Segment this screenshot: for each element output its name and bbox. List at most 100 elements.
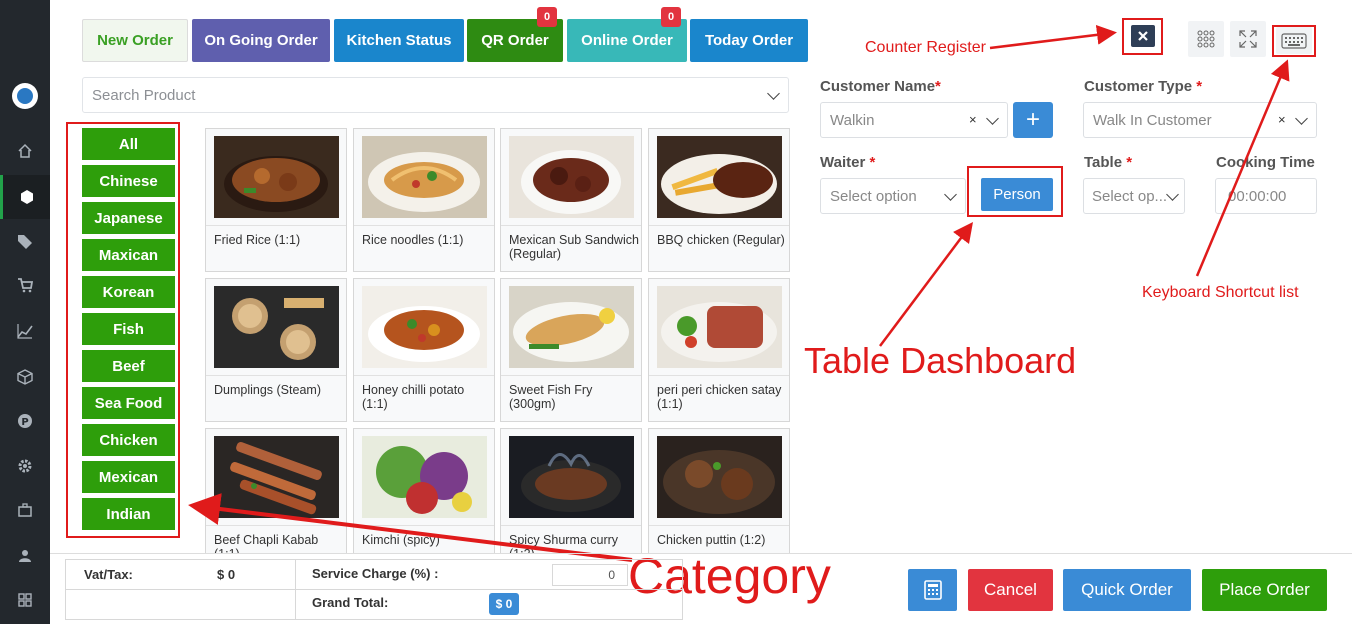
category-chinese[interactable]: Chinese: [82, 165, 175, 197]
product-card[interactable]: Kimchi (spicy): [353, 428, 495, 553]
product-name: Sweet Fish Fry (300gm): [509, 383, 593, 411]
parking-icon[interactable]: P: [0, 399, 50, 443]
box-icon[interactable]: [0, 355, 50, 399]
grid-icon[interactable]: [0, 578, 50, 622]
tab-new-order[interactable]: New Order: [82, 19, 188, 62]
tab-kitchen-status[interactable]: Kitchen Status: [334, 19, 464, 62]
calculator-icon: [923, 580, 942, 600]
clear-icon[interactable]: ×: [1278, 112, 1286, 127]
category-label: Beef: [112, 357, 145, 375]
product-card[interactable]: Honey chilli potato (1:1): [353, 278, 495, 422]
customer-name-value: Walkin: [830, 111, 875, 129]
product-name: Kimchi (spicy): [362, 533, 440, 547]
waiter-label: Waiter *: [820, 154, 876, 171]
chart-icon[interactable]: [0, 309, 50, 353]
table-dashboard-annotation: Table Dashboard: [804, 340, 1077, 381]
category-label: Chicken: [99, 431, 158, 449]
chevron-down-icon: [767, 87, 780, 100]
table-select[interactable]: Select op...: [1083, 178, 1185, 214]
product-image: [214, 436, 339, 518]
product-name: Mexican Sub Sandwich (Regular): [509, 233, 639, 261]
category-all[interactable]: All: [82, 128, 175, 160]
cooking-time-input[interactable]: 00:00:00: [1215, 178, 1317, 214]
category-chicken[interactable]: Chicken: [82, 424, 175, 456]
product-image: [657, 136, 782, 218]
logo[interactable]: [12, 83, 38, 109]
counter-register-annotation: Counter Register: [865, 39, 986, 56]
customer-type-value: Walk In Customer: [1093, 111, 1212, 129]
product-card[interactable]: BBQ chicken (Regular): [648, 128, 790, 272]
category-maxican[interactable]: Maxican: [82, 239, 175, 271]
cooking-time-value: 00:00:00: [1228, 187, 1287, 205]
tab-label: Today Order: [704, 32, 794, 49]
add-customer-button[interactable]: +: [1013, 102, 1053, 138]
tab-ongoing-order[interactable]: On Going Order: [192, 19, 330, 62]
product-card[interactable]: Chicken puttin (1:2): [648, 428, 790, 553]
search-product-input[interactable]: Search Product: [82, 77, 789, 113]
calculator-button[interactable]: [908, 569, 957, 611]
category-sea-food[interactable]: Sea Food: [82, 387, 175, 419]
tab-label: New Order: [97, 32, 173, 49]
product-image: [362, 286, 487, 368]
service-charge-label: Service Charge (%) :: [312, 566, 439, 581]
service-charge-input[interactable]: 0: [552, 564, 628, 586]
product-card[interactable]: Beef Chapli Kabab (1:1): [205, 428, 347, 553]
grand-total-value: $ 0: [489, 593, 519, 615]
product-image: [657, 436, 782, 518]
place-order-button[interactable]: Place Order: [1202, 569, 1327, 611]
category-label: Maxican: [98, 246, 159, 264]
waiter-placeholder: Select option: [830, 187, 917, 205]
product-image: [657, 286, 782, 368]
customer-type-label: Customer Type *: [1084, 78, 1203, 95]
tab-online-order[interactable]: Online Order 0: [567, 7, 687, 62]
fullscreen-icon[interactable]: [1230, 21, 1266, 57]
cancel-button[interactable]: Cancel: [968, 569, 1053, 611]
pos-cube-icon[interactable]: [0, 175, 50, 219]
users-icon[interactable]: [0, 533, 50, 577]
category-japanese[interactable]: Japanese: [82, 202, 175, 234]
product-card[interactable]: Sweet Fish Fry (300gm): [500, 278, 642, 422]
product-image: [214, 136, 339, 218]
tags-icon[interactable]: [0, 219, 50, 263]
gear-icon[interactable]: [0, 444, 50, 488]
category-korean[interactable]: Korean: [82, 276, 175, 308]
category-label: Chinese: [99, 172, 158, 190]
product-name: Honey chilli potato (1:1): [362, 383, 465, 411]
product-card[interactable]: Dumplings (Steam): [205, 278, 347, 422]
product-name: Spicy Shurma curry (1:2): [509, 533, 619, 553]
tab-label: Online Order: [581, 32, 673, 49]
product-name: Chicken puttin (1:2): [657, 533, 766, 547]
category-beef[interactable]: Beef: [82, 350, 175, 382]
category-indian[interactable]: Indian: [82, 498, 175, 530]
tab-today-order[interactable]: Today Order: [690, 19, 808, 62]
home-icon[interactable]: [0, 129, 50, 173]
customer-name-label: Customer Name*: [820, 78, 941, 95]
briefcase-icon[interactable]: [0, 488, 50, 532]
search-placeholder: Search Product: [92, 86, 196, 104]
quick-order-button[interactable]: Quick Order: [1063, 569, 1191, 611]
category-mexican[interactable]: Mexican: [82, 461, 175, 493]
person-button[interactable]: Person: [981, 178, 1053, 211]
customer-name-select[interactable]: Walkin ×: [820, 102, 1008, 138]
table-label: Table *: [1084, 154, 1133, 171]
tab-qr-order[interactable]: QR Order 0: [467, 7, 563, 62]
product-card[interactable]: Fried Rice (1:1): [205, 128, 347, 272]
clear-icon[interactable]: ×: [969, 112, 977, 127]
product-card[interactable]: Rice noodles (1:1): [353, 128, 495, 272]
category-label: Japanese: [94, 209, 163, 227]
keyboard-icon[interactable]: [1276, 27, 1312, 54]
category-fish[interactable]: Fish: [82, 313, 175, 345]
product-name: Fried Rice (1:1): [214, 233, 301, 247]
product-card[interactable]: peri peri chicken satay (1:1): [648, 278, 790, 422]
product-card[interactable]: Mexican Sub Sandwich (Regular): [500, 128, 642, 272]
tab-label: Kitchen Status: [346, 32, 452, 49]
arrow-table-dashboard: [879, 222, 973, 347]
sidebar: P: [0, 0, 50, 624]
cooking-time-label: Cooking Time: [1216, 154, 1315, 171]
counter-register-close-icon[interactable]: [1131, 25, 1155, 47]
product-card[interactable]: Spicy Shurma curry (1:2): [500, 428, 642, 553]
customer-type-select[interactable]: Walk In Customer ×: [1083, 102, 1317, 138]
waiter-select[interactable]: Select option: [820, 178, 966, 214]
cart-icon[interactable]: [0, 263, 50, 307]
table-grid-icon[interactable]: [1188, 21, 1224, 57]
